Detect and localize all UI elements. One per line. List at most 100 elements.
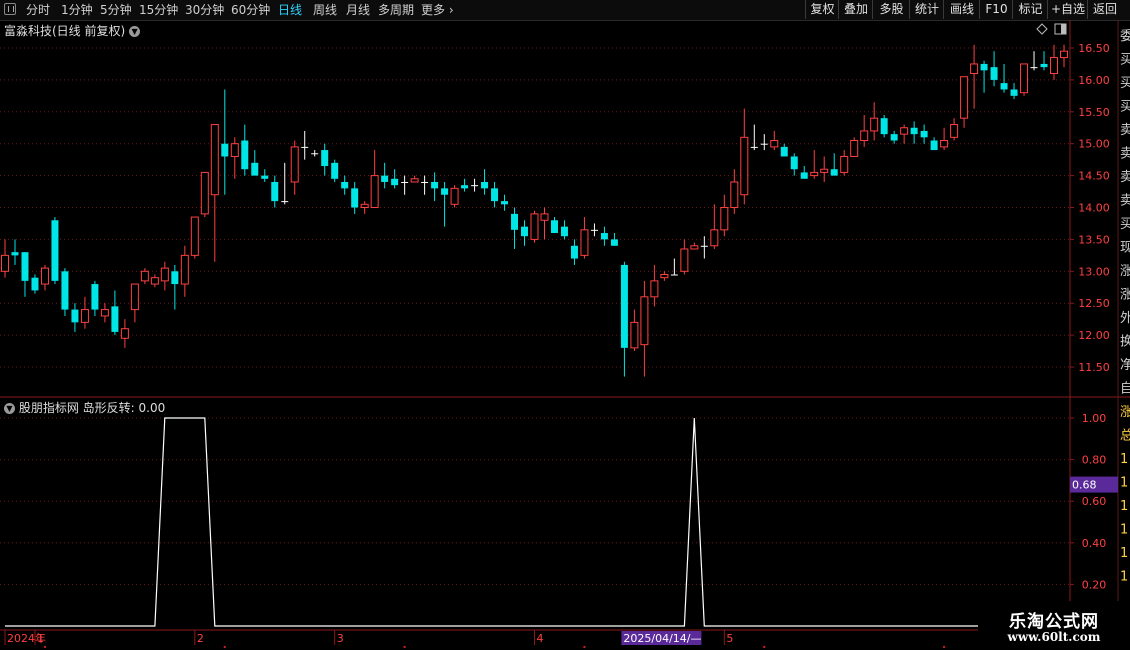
indicator-axis: 1.00 0.80 0.60 0.40 0.20 0.68	[1070, 412, 1118, 591]
candle	[471, 178, 479, 192]
candle	[950, 118, 959, 141]
candle-body	[511, 213, 519, 230]
candle-body	[670, 274, 678, 276]
chart-title: 富淼科技(日线 前复权) ▼	[4, 22, 141, 39]
candle	[630, 309, 639, 352]
candle	[550, 217, 558, 234]
tab-period-9[interactable]: 多周期	[378, 2, 414, 18]
right-edge-glyph: 买	[1120, 100, 1130, 115]
chevron-down-icon[interactable]: ▼	[129, 26, 141, 37]
toolbar-button-3[interactable]: 统计	[909, 0, 944, 19]
watermark: 乐淘公式网 www.60lt.com	[978, 601, 1130, 650]
toolbar-button-7[interactable]: +自选	[1047, 0, 1088, 19]
candle	[840, 150, 849, 176]
candle-body	[120, 328, 129, 339]
candle	[620, 261, 628, 377]
candle-body	[960, 76, 969, 119]
right-edge-glyph: 委	[1120, 29, 1130, 44]
candle	[740, 108, 749, 205]
toolbar-button-0[interactable]: 复权	[805, 0, 839, 19]
right-edge-glyph: 买	[1120, 217, 1130, 232]
candle	[21, 252, 29, 297]
tab-period-2[interactable]: 5分钟	[100, 2, 132, 18]
candle	[930, 137, 938, 151]
toolbar-button-4[interactable]: 画线	[943, 0, 980, 19]
tab-period-3[interactable]: 15分钟	[139, 2, 178, 18]
candle-body	[750, 146, 758, 148]
candle	[290, 140, 299, 195]
candle	[810, 150, 819, 179]
menu-icon[interactable]	[4, 3, 16, 15]
toolbar-button-8[interactable]: 返回	[1087, 0, 1122, 19]
right-edge-glyph: 总	[1120, 429, 1130, 444]
candle	[150, 274, 159, 288]
candle	[710, 204, 719, 249]
toolbar-button-5[interactable]: F10	[979, 0, 1013, 19]
tab-period-10[interactable]: 更多 ›	[421, 2, 454, 18]
price-tick-label: 14.50	[1078, 170, 1110, 183]
price-tick-label: 13.50	[1078, 233, 1110, 246]
candle-body	[410, 178, 419, 183]
price-tick-label: 12.00	[1078, 329, 1110, 342]
candle-body	[950, 124, 959, 138]
candlestick-chart[interactable]: 16.50 16.00 15.50 15.00 14.50 14.00 13.50 13.00…	[0, 0, 1130, 650]
watermark-title: 乐淘公式网	[1009, 612, 1099, 632]
chevron-down-icon[interactable]: ▼	[4, 403, 15, 414]
candle	[640, 280, 649, 377]
candle	[1000, 63, 1008, 93]
date-marker	[223, 645, 226, 649]
candle	[80, 296, 89, 329]
candle	[980, 60, 988, 93]
candle-body	[180, 254, 189, 285]
candle-body	[241, 140, 249, 170]
date-tick-label: 5	[726, 632, 733, 645]
tab-period-4[interactable]: 30分钟	[185, 2, 224, 18]
candle-body	[91, 284, 99, 310]
candle-body	[160, 267, 169, 282]
chart-top-icons	[1036, 23, 1067, 35]
candle-body	[990, 67, 998, 80]
candle-body	[760, 143, 768, 145]
candle	[301, 130, 309, 160]
candle	[321, 143, 329, 176]
candle-body	[100, 309, 109, 317]
candle	[501, 194, 509, 211]
candle-body	[710, 229, 719, 247]
toolbar-button-2[interactable]: 多股	[872, 0, 910, 19]
right-edge-glyph: 1	[1120, 452, 1128, 467]
tab-period-1[interactable]: 1分钟	[61, 2, 93, 18]
candle	[560, 220, 568, 240]
tab-period-6[interactable]: 日线	[278, 2, 302, 18]
candle	[850, 137, 859, 157]
candle	[660, 271, 669, 281]
candle	[770, 130, 779, 151]
toolbar-button-6[interactable]: 标记	[1012, 0, 1048, 19]
right-edge-glyph: 换	[1120, 335, 1130, 350]
candle-body	[341, 181, 349, 189]
watermark-url: www.60lt.com	[1007, 630, 1101, 644]
tab-period-5[interactable]: 60分钟	[231, 2, 270, 18]
candle-body	[820, 168, 829, 173]
candle	[341, 175, 349, 195]
candle	[40, 264, 49, 291]
candle	[130, 283, 139, 323]
toolbar-button-1[interactable]: 叠加	[838, 0, 873, 19]
candle	[61, 268, 69, 316]
candle	[230, 137, 239, 179]
candle	[241, 124, 249, 176]
candle	[91, 280, 99, 316]
candle-body	[301, 146, 309, 148]
tab-period-7[interactable]: 周线	[313, 2, 337, 18]
tab-period-8[interactable]: 月线	[346, 2, 370, 18]
candle-body	[370, 175, 379, 209]
price-tick-label: 16.00	[1078, 74, 1110, 87]
tab-period-0[interactable]: 分时	[26, 2, 50, 18]
candle-body	[600, 233, 608, 240]
candle-body	[71, 309, 79, 323]
right-edge-glyph: 1	[1120, 476, 1128, 491]
candle	[1020, 63, 1029, 96]
right-edge-glyph: 买	[1120, 76, 1130, 91]
right-edge-glyph: 1	[1120, 499, 1128, 514]
candle-body	[11, 252, 19, 256]
grid-lines	[0, 47, 1070, 585]
